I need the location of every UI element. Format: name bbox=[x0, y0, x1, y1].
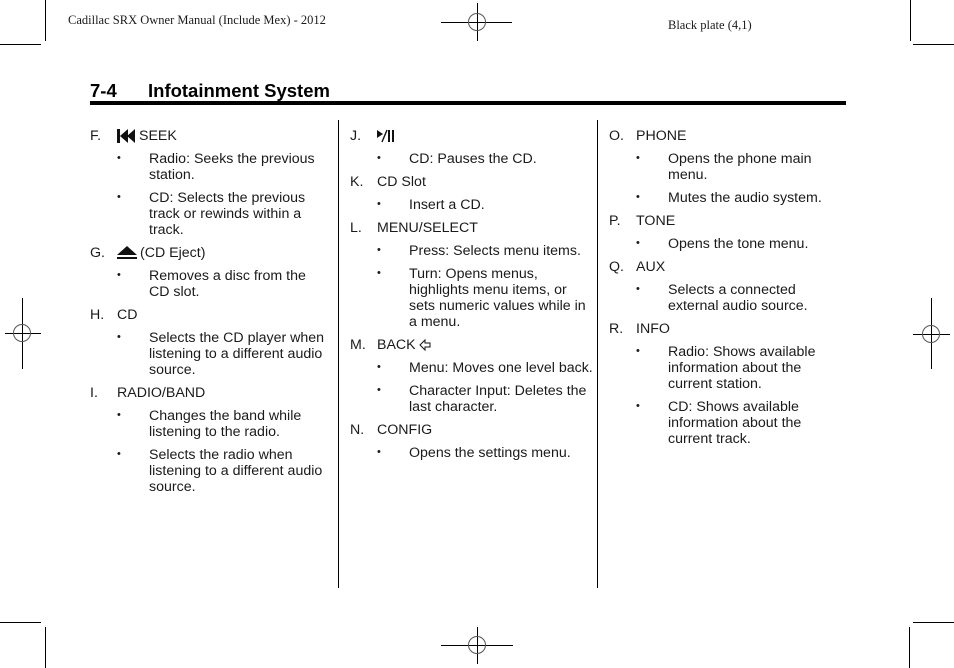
item-letter: M. bbox=[350, 337, 366, 353]
control-item-eject: G. (CD Eject) bbox=[90, 245, 330, 261]
crop-mark bbox=[913, 44, 954, 45]
item-letter: K. bbox=[350, 174, 364, 190]
item-letter: N. bbox=[350, 422, 365, 438]
item-label: PHONE bbox=[636, 128, 687, 144]
item-label: CD bbox=[117, 307, 138, 323]
control-item-menu-select: L. MENU/SELECT bbox=[350, 220, 595, 236]
list-item: • Mutes the audio system. bbox=[636, 190, 822, 206]
column-3: O. PHONE • Opens the phone main menu. • Mu… bbox=[609, 128, 844, 447]
crop-mark bbox=[0, 44, 41, 45]
column-divider bbox=[338, 120, 339, 588]
control-item-seek: F. SEEK bbox=[90, 128, 330, 144]
crop-mark bbox=[0, 622, 41, 623]
control-item-radio-band: I. RADIO/BAND bbox=[90, 385, 330, 401]
plate-label: Black plate (4,1) bbox=[668, 18, 752, 32]
list-item: • Press: Selects menu items. bbox=[377, 243, 581, 259]
back-arrow-icon bbox=[418, 339, 431, 351]
control-item-phone: O. PHONE bbox=[609, 128, 844, 144]
item-label: CD Slot bbox=[377, 174, 426, 190]
manual-title: Cadillac SRX Owner Manual (Include Mex) … bbox=[68, 13, 326, 27]
list-item: • Opens the phone main menu. bbox=[636, 151, 812, 183]
section-title: Infotainment System bbox=[148, 80, 330, 101]
section-number: 7-4 bbox=[90, 80, 117, 101]
item-label: TONE bbox=[636, 213, 676, 229]
control-item-play-pause: J. bbox=[350, 128, 595, 144]
list-item: • Selects the CD player when listening to… bbox=[117, 330, 325, 378]
item-label: RADIO/BAND bbox=[117, 385, 206, 401]
list-item: • Menu: Moves one level back. bbox=[377, 360, 593, 376]
list-item: • CD: Selects the previous track or rewin… bbox=[117, 190, 306, 238]
list-item: • CD: Pauses the CD. bbox=[377, 151, 537, 167]
list-item: • Opens the settings menu. bbox=[377, 445, 571, 461]
item-label: SEEK bbox=[139, 128, 177, 144]
control-item-back: M. BACK bbox=[350, 337, 595, 353]
item-letter: P. bbox=[609, 213, 621, 229]
item-label: AUX bbox=[636, 259, 666, 275]
item-letter: L. bbox=[350, 220, 362, 236]
section-heading: 7-4 Infotainment System bbox=[90, 80, 330, 102]
item-letter: R. bbox=[609, 321, 624, 337]
control-item-cd: H. CD bbox=[90, 307, 330, 323]
control-item-config: N. CONFIG bbox=[350, 422, 595, 438]
column-2: J. • CD: Pauses the CD. K. CD Slot • Inser… bbox=[350, 128, 595, 461]
crop-mark bbox=[45, 0, 46, 41]
control-item-cd-slot: K. CD Slot bbox=[350, 174, 595, 190]
list-item: • Turn: Opens menus, highlights menu item… bbox=[377, 266, 586, 330]
item-label: BACK bbox=[377, 337, 416, 353]
item-letter: F. bbox=[90, 128, 102, 144]
list-item: • Character Input: Deletes the last chara… bbox=[377, 383, 587, 415]
list-item: • Selects a connected external audio sour… bbox=[636, 282, 808, 314]
item-label: INFO bbox=[636, 321, 670, 337]
play-pause-icon bbox=[377, 129, 394, 143]
eject-icon bbox=[117, 246, 137, 259]
list-item: • Changes the band while listening to the… bbox=[117, 408, 302, 440]
crop-mark bbox=[913, 622, 954, 623]
list-item: • Radio: Shows available information abou… bbox=[636, 344, 816, 392]
control-item-tone: P. TONE bbox=[609, 213, 844, 229]
item-label: MENU/SELECT bbox=[377, 220, 478, 236]
list-item: • Insert a CD. bbox=[377, 197, 485, 213]
seek-previous-icon bbox=[117, 129, 135, 143]
item-letter: O. bbox=[609, 128, 624, 144]
item-letter: J. bbox=[350, 128, 362, 144]
item-label: CONFIG bbox=[377, 422, 433, 438]
column-1: F. SEEK • Radio: Seeks the previous stati… bbox=[90, 128, 330, 495]
control-item-info: R. INFO bbox=[609, 321, 844, 337]
list-item: • Radio: Seeks the previous station. bbox=[117, 151, 315, 183]
list-item: • Opens the tone menu. bbox=[636, 236, 809, 252]
crop-mark bbox=[45, 627, 46, 668]
list-item: • Removes a disc from the CD slot. bbox=[117, 268, 306, 300]
item-letter: G. bbox=[90, 245, 105, 261]
control-item-aux: Q. AUX bbox=[609, 259, 844, 275]
item-letter: Q. bbox=[609, 259, 624, 275]
list-item: • Selects the radio when listening to a d… bbox=[117, 447, 323, 495]
crop-mark bbox=[909, 627, 910, 668]
item-label: (CD Eject) bbox=[140, 245, 206, 261]
item-letter: H. bbox=[90, 307, 105, 323]
crop-mark bbox=[910, 0, 911, 41]
column-divider bbox=[597, 120, 598, 588]
item-letter: I. bbox=[90, 385, 98, 401]
heading-rule bbox=[90, 101, 846, 105]
list-item: • CD: Shows available information about t… bbox=[636, 399, 802, 447]
